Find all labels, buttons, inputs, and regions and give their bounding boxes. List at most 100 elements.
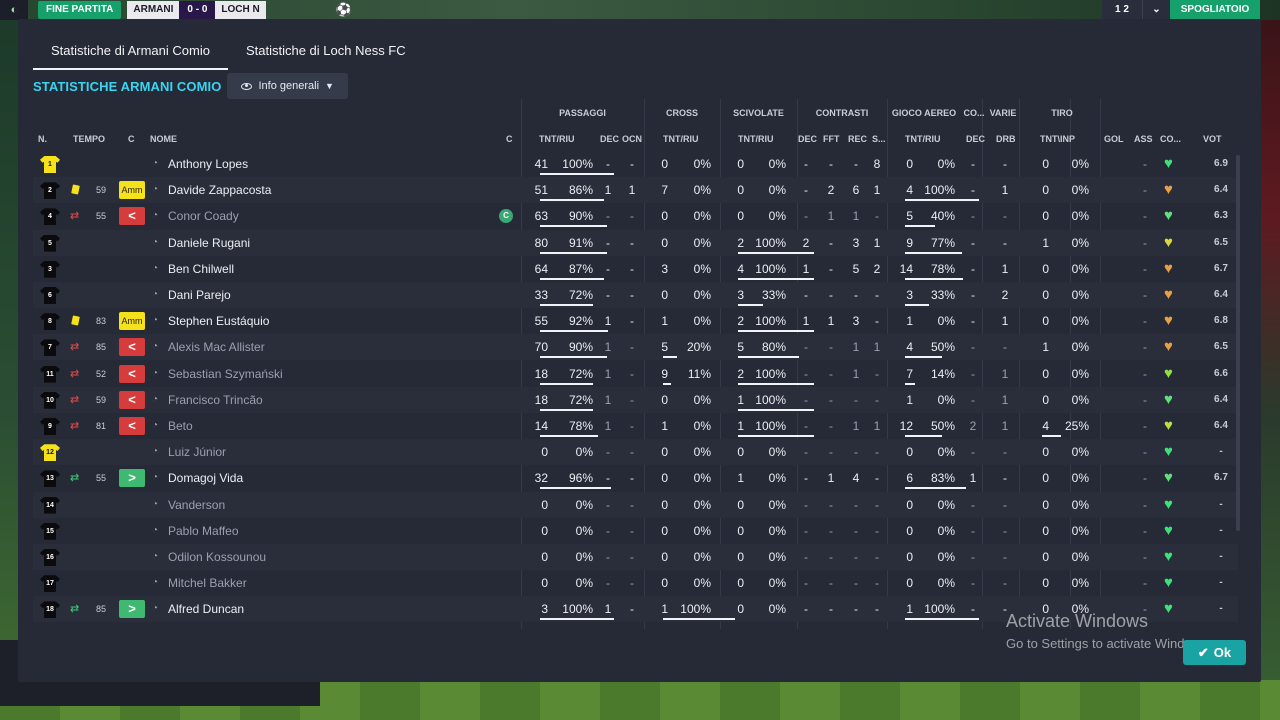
home-team-name: ARMANI (127, 1, 180, 19)
passes-bar (540, 173, 614, 175)
dribbles: 1 (1001, 366, 1009, 381)
table-row[interactable]: 1 ◔ Anthony Lopes 41 100% - -0 0% 0 0% - - -8 0 0% - -0 0… (33, 151, 1238, 177)
game-logo-icon[interactable]: ◐ (0, 0, 28, 20)
person-icon: ◔ (152, 603, 159, 615)
column-header-contr_fft[interactable]: FFT (823, 134, 840, 144)
table-row[interactable]: 13 ⇄ 55 > ◔ Domagoj Vida 32 96% - -0 0% 1 0% -1 4-6 83%… (33, 465, 1238, 491)
chevron-down-icon[interactable]: ⌄ (1142, 0, 1170, 20)
tackles-bar (738, 356, 799, 359)
dribbles: - (1003, 497, 1007, 512)
table-row[interactable]: 2 59 Amm ◔ Davide Zappacosta 51 86% 1 1 7 0% 0 0% -2 6… (33, 177, 1238, 204)
dribbles: - (1003, 523, 1007, 538)
column-header-contr_rec[interactable]: REC (848, 134, 867, 144)
column-header-tiro_tnt[interactable]: TNT\INP (1040, 134, 1075, 144)
table-row[interactable]: 7 ⇄ 85 < ◔ Alexis Mac Allister 70 90% 1-5 20% 5 80%… (33, 334, 1238, 361)
crosses-completion: 0% (693, 235, 711, 250)
player-name: Mitchel Bakker (168, 576, 247, 591)
passes-bar (540, 487, 612, 490)
column-header-pass_dec[interactable]: DEC (600, 134, 619, 144)
recoveries: - (854, 497, 858, 512)
recoveries: 6 (852, 183, 860, 198)
passes-completion: 0% (575, 445, 593, 460)
column-header-aereo_tnt[interactable]: TNT/RIU (905, 134, 941, 144)
booked-badge: Amm (119, 181, 145, 200)
vertical-scrollbar[interactable] (1236, 155, 1240, 531)
column-header-drb[interactable]: DRB (996, 134, 1016, 144)
table-row[interactable]: 10 ⇄ 59 < ◔ Francisco Trincão 18 72% 1-0 0% 1 100% -… (33, 386, 1238, 413)
table-row[interactable]: 6 ◔ Dani Parejo 33 72% - -0 0% 3 33% - - - -3 33% -2 0 0%… (33, 282, 1238, 308)
crosses-attempted: 0 (661, 209, 668, 224)
column-header-pass_ocn[interactable]: OCN (622, 134, 642, 144)
player-name: Anthony Lopes (168, 157, 249, 171)
view-selector-dropdown[interactable]: Info generali ▼ (227, 73, 348, 99)
column-header-ass[interactable]: ASS (1134, 134, 1153, 144)
ok-button[interactable]: ✔ Ok (1183, 640, 1246, 665)
table-row[interactable]: 5 ◔ Daniele Rugani 80 91% - -0 0% 2 100% 2-3 1 9 77% -… (33, 229, 1238, 256)
column-header-contr_dec[interactable]: DEC (798, 134, 817, 144)
table-row[interactable]: 14 ◔ Vanderson 0 0% - -0 0% 0 0% - - - -0 0% - -0 0% - ♥ - (33, 491, 1238, 518)
tab-away-stats[interactable]: Statistiche di Loch Ness FC (228, 37, 424, 70)
assists: - (1143, 261, 1147, 276)
match-phase: FINE PARTITA (38, 1, 122, 19)
column-header-cross_tnt[interactable]: TNT/RIU (663, 134, 699, 144)
column-header-c2[interactable]: C (506, 134, 513, 144)
assists: - (1143, 419, 1147, 433)
chevron-down-icon: ▼ (325, 81, 334, 91)
clearances: 1 (873, 419, 881, 433)
column-header-n[interactable]: N. (38, 134, 47, 144)
minutes-played: 83 (95, 316, 106, 327)
table-row[interactable]: 15 ◔ Pablo Maffeo 0 0% - -0 0% 0 0% - - - -0 0% - -0 0% - ♥… (33, 518, 1238, 544)
table-row[interactable]: 16 ◔ Odilon Kossounou 0 0% - -0 0% 0 0% - - - -0 0% - -0… (33, 544, 1238, 570)
column-header-co[interactable]: CO... (1160, 134, 1181, 144)
column-header-tempo[interactable]: TEMPO (73, 134, 105, 144)
player-name: Conor Coady (168, 209, 239, 224)
crosses-attempted: 1 (661, 314, 668, 329)
match-score: 0 - 0 (179, 1, 216, 19)
column-header-sciv_tnt[interactable]: TNT/RIU (738, 134, 774, 144)
headers-bar (905, 618, 979, 621)
player-name: Sebastian Szymański (168, 366, 283, 381)
table-row[interactable]: 11 ⇄ 52 < ◔ Sebastian Szymański 18 72% 1-9 11% 2 10… (33, 361, 1238, 387)
column-header-contr_s[interactable]: S... (872, 134, 886, 144)
table-row[interactable]: 8 83 Amm ◔ Stephen Eustáquio 55 92% 1-1 0% 2 100% 1… (33, 308, 1238, 334)
column-header-nome[interactable]: NOME (150, 134, 177, 144)
substitution-icon: ⇄ (70, 341, 80, 354)
table-row[interactable]: 17 ◔ Mitchel Bakker 0 0% - -0 0% 0 0% - - - -0 0% - -0 0%… (33, 570, 1238, 596)
dribbles: 2 (1001, 288, 1009, 302)
shirt-number-icon: 14 (40, 496, 60, 514)
column-header-c[interactable]: C (128, 134, 135, 144)
dribbles: - (1003, 576, 1007, 591)
passes-chances: 1 (628, 183, 636, 198)
continue-button[interactable]: SPOGLIATOIO (1170, 0, 1260, 20)
column-header-gol[interactable]: GOL (1104, 134, 1124, 144)
dribbles: - (1003, 209, 1007, 224)
table-row[interactable]: 3 ◔ Ben Chilwell 64 87% - -3 0% 4 100% 1-5 2 14 78% -1… (33, 256, 1238, 282)
table-row[interactable]: 4 ⇄ 55 < ◔ Conor Coady C 63 90% - -0 0% 0 0% -1 1-5 40% -… (33, 203, 1238, 229)
notification-counter[interactable]: 1 2 (1102, 0, 1142, 20)
table-row[interactable]: 12 ◔ Luiz Júnior 0 0% - -0 0% 0 0% - - - -0 0% - -0 0% - ♥ - (33, 439, 1238, 466)
person-icon: ◔ (152, 236, 159, 248)
column-header-pass_tnt[interactable]: TNT/RIU (539, 134, 575, 144)
player-name: Pablo Maffeo (168, 523, 239, 538)
column-header-vot[interactable]: VOT (1203, 134, 1222, 144)
substitution-icon: ⇄ (70, 393, 80, 406)
tab-home-stats[interactable]: Statistiche di Armani Comio (33, 37, 228, 70)
key-headers: - (971, 340, 975, 355)
player-rating: 6.4 (1214, 393, 1228, 405)
shots-on-target: 0% (1071, 392, 1089, 407)
column-header-co_dec[interactable]: DEC (966, 134, 985, 144)
table-row[interactable]: 9 ⇄ 81 < ◔ Beto 14 78% 1-1 0% 1 100% - -1 1 12 50% 2 1 4 25%… (33, 413, 1238, 439)
passes-chances: - (630, 366, 634, 381)
passes-key: - (606, 445, 610, 460)
headers-attempted: 0 (906, 523, 913, 538)
substitution-icon: ⇄ (70, 472, 80, 485)
shirt-number-icon: 12 (40, 444, 60, 462)
tackles-attempted: 0 (737, 183, 744, 198)
player-rating: 6.4 (1214, 184, 1228, 196)
headers-bar (905, 251, 962, 254)
passes-key: - (606, 550, 610, 564)
key-headers: 1 (969, 471, 977, 486)
shots-on-target: 0% (1071, 340, 1089, 355)
dribbles: 1 (1001, 392, 1009, 407)
shots-attempted: 1 (1042, 340, 1049, 355)
